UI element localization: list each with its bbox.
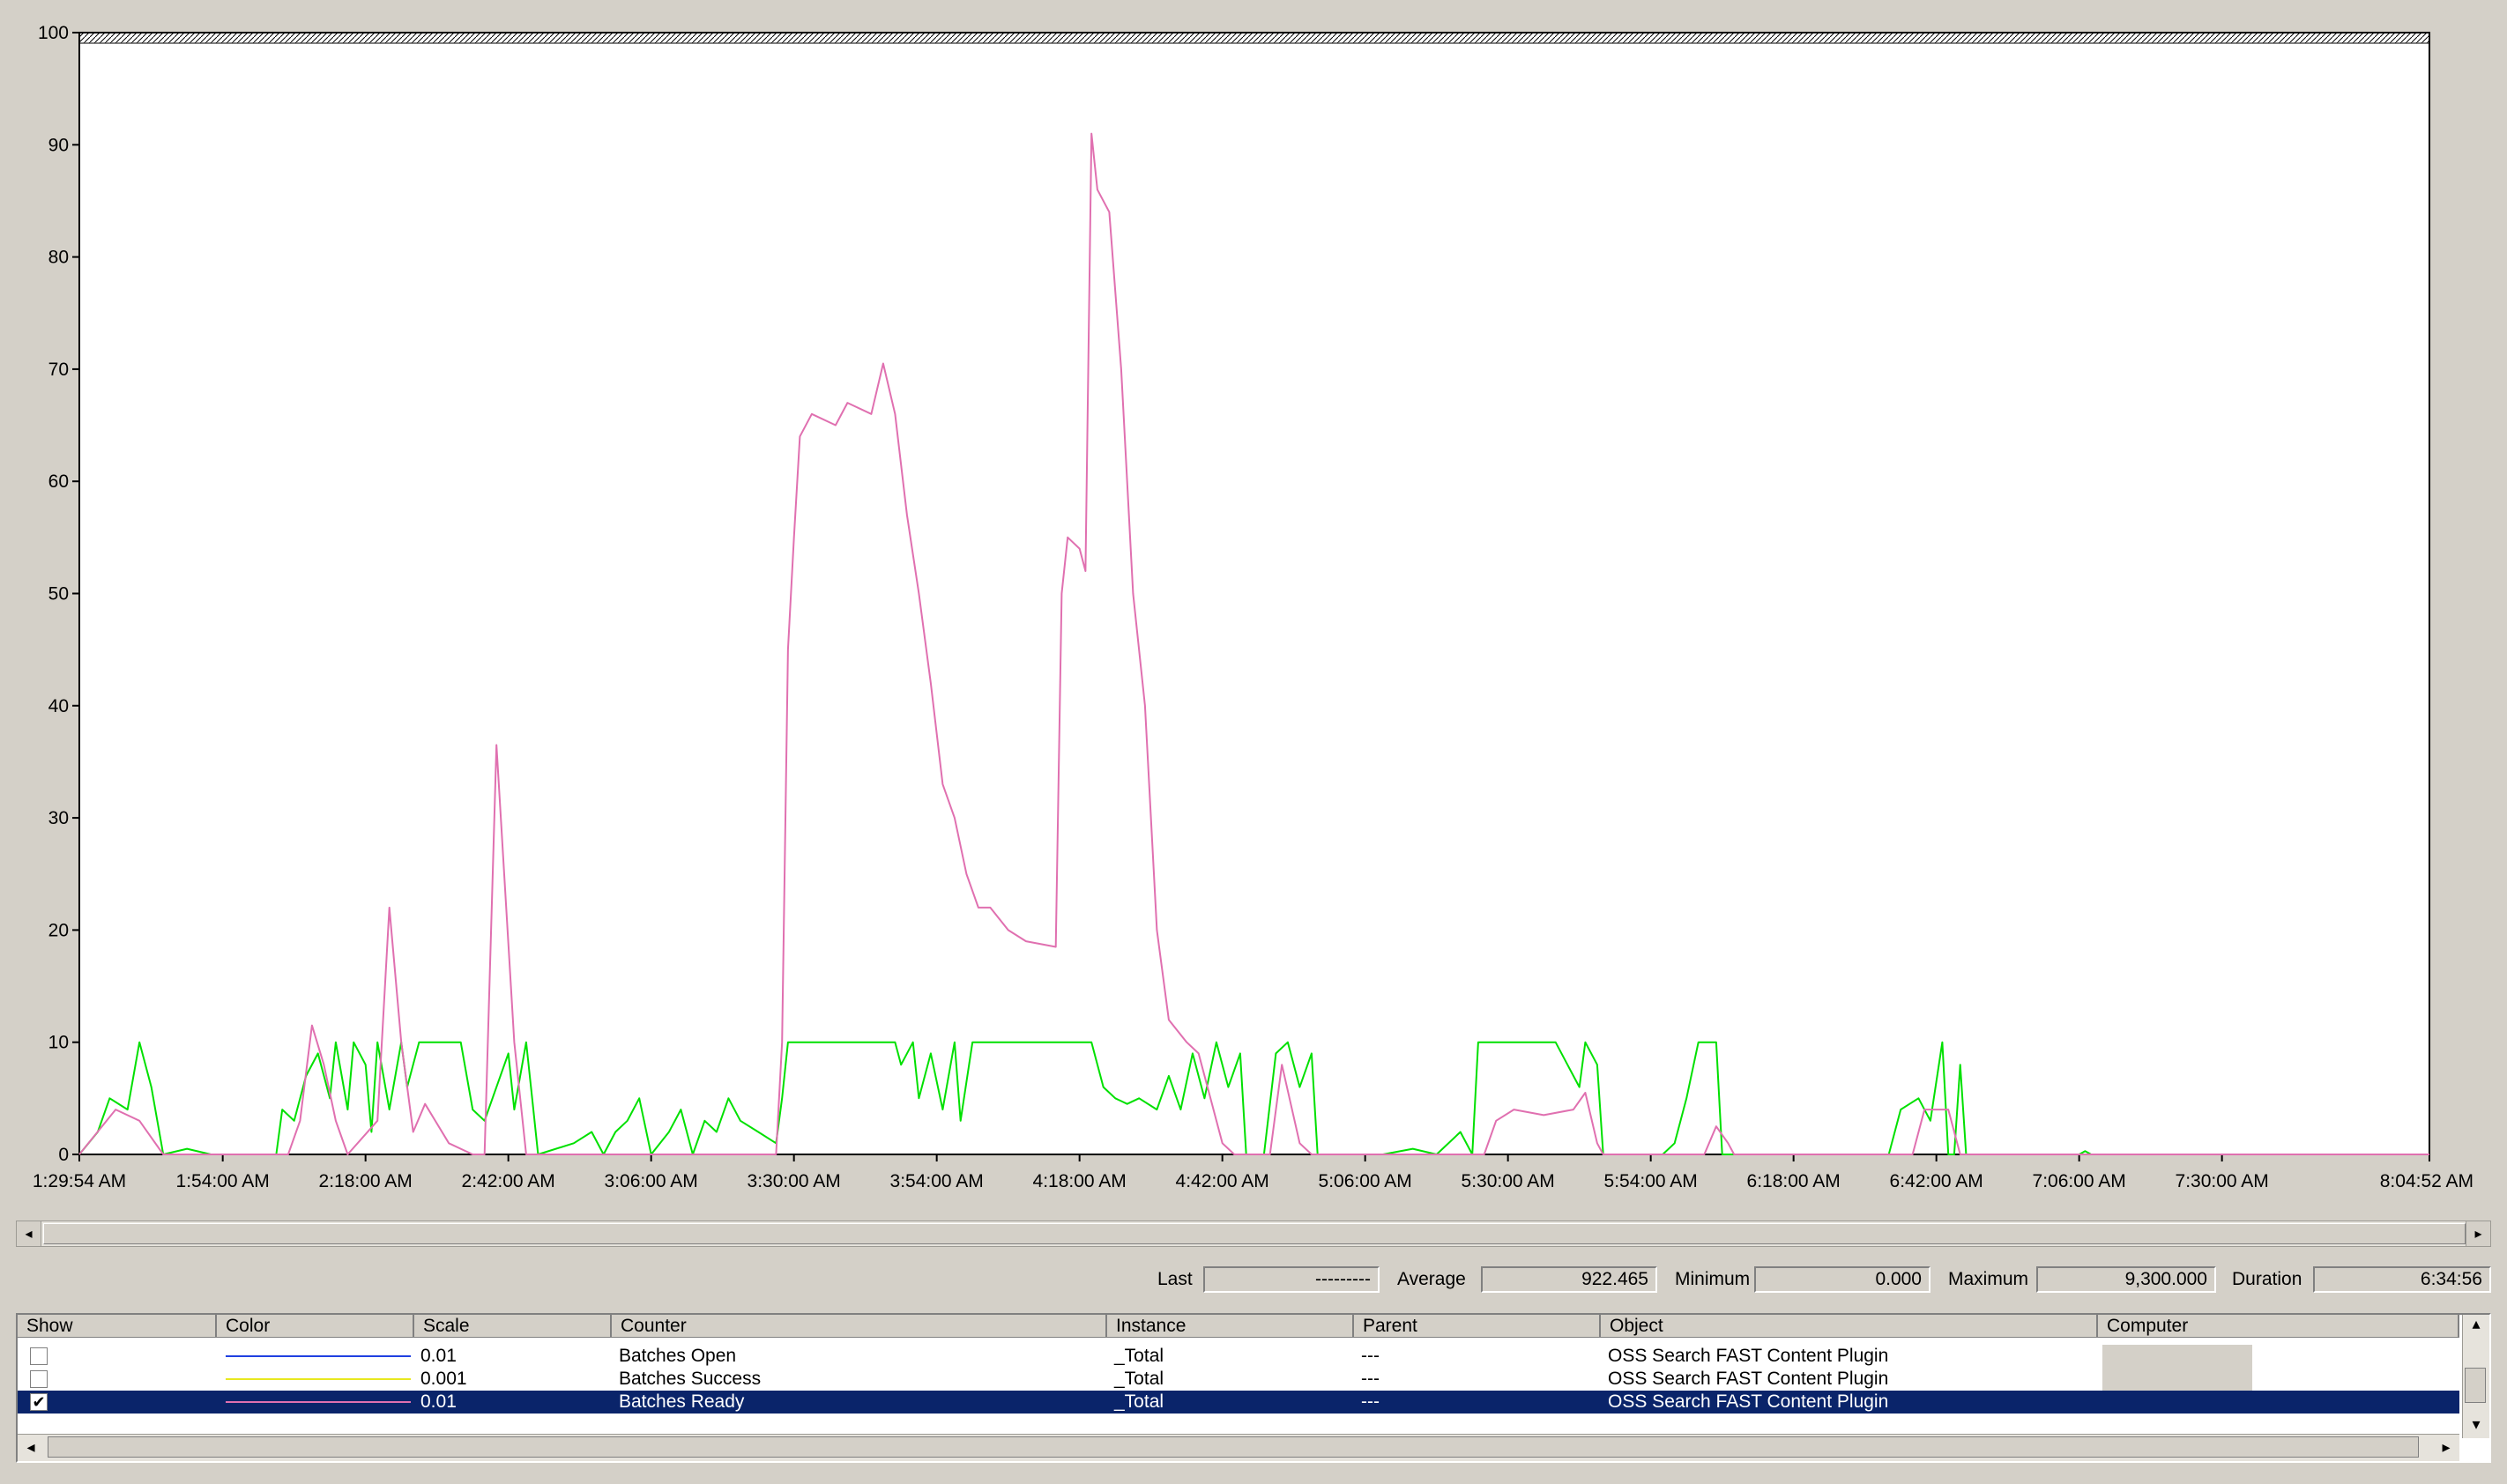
counter-cell: Batches Ready [619, 1391, 745, 1412]
y-tick-label: 100 [38, 23, 69, 43]
plot-area [78, 32, 2430, 1155]
average-label: Average [1397, 1269, 1466, 1289]
minimum-value: 0.000 [1754, 1266, 1930, 1293]
counter-row-selected[interactable]: ✔ 0.01 Batches Ready _Total --- OSS Sear… [18, 1391, 2459, 1414]
column-header-computer[interactable]: Computer [2098, 1315, 2459, 1338]
object-cell: OSS Search FAST Content Plugin [1608, 1346, 1889, 1366]
y-tick-label: 50 [48, 584, 69, 605]
x-axis: 1:29:54 AM 1:54:00 AM 2:18:00 AM 2:42:00 AM… [33, 1154, 2474, 1191]
x-tick-label: 5:54:00 AM [1604, 1171, 1698, 1191]
last-value: --------- [1203, 1266, 1380, 1293]
parent-cell: --- [1361, 1369, 1380, 1389]
show-checkbox[interactable] [30, 1347, 48, 1365]
counter-list[interactable]: Show Color Scale Counter Instance Parent… [16, 1313, 2491, 1463]
table-vertical-thumb[interactable] [2465, 1368, 2486, 1403]
top-hatch-band [78, 32, 2430, 44]
x-tick-label: 5:06:00 AM [1319, 1171, 1412, 1191]
parent-cell: --- [1361, 1346, 1380, 1366]
show-checkbox[interactable] [30, 1370, 48, 1388]
scroll-right-icon[interactable]: ▸ [2466, 1221, 2490, 1246]
color-swatch [226, 1378, 411, 1380]
color-swatch [226, 1401, 411, 1403]
table-horizontal-scrollbar[interactable]: ◂ ▸ [18, 1434, 2459, 1461]
scale-cell: 0.01 [420, 1391, 457, 1412]
column-header-counter[interactable]: Counter [612, 1315, 1107, 1338]
color-swatch [226, 1355, 411, 1357]
table-vertical-scrollbar[interactable]: ▴ ▾ [2462, 1315, 2489, 1438]
y-tick-label: 90 [48, 135, 69, 155]
x-tick-label: 7:06:00 AM [2033, 1171, 2126, 1191]
x-tick-label: 2:42:00 AM [462, 1171, 555, 1191]
y-axis: 1009080706050403020100 [38, 23, 79, 1165]
column-header-scale[interactable]: Scale [414, 1315, 612, 1338]
column-header-object[interactable]: Object [1601, 1315, 2098, 1338]
y-tick-label: 10 [48, 1033, 69, 1053]
x-tick-label: 6:18:00 AM [1747, 1171, 1841, 1191]
x-tick-label: 1:54:00 AM [176, 1171, 270, 1191]
instance-cell: _Total [1114, 1346, 1164, 1366]
maximum-label: Maximum [1948, 1269, 2029, 1289]
average-value: 922.465 [1481, 1266, 1657, 1293]
table-scroll-left-icon[interactable]: ◂ [18, 1435, 44, 1459]
column-header-color[interactable]: Color [217, 1315, 414, 1338]
x-tick-label: 4:42:00 AM [1176, 1171, 1269, 1191]
column-header-show[interactable]: Show [18, 1315, 217, 1338]
maximum-value: 9,300.000 [2036, 1266, 2216, 1293]
counter-cell: Batches Success [619, 1369, 762, 1389]
scroll-right-glyph: ▸ [2474, 1227, 2482, 1242]
x-tick-label: 1:29:54 AM [33, 1171, 126, 1191]
parent-cell: --- [1361, 1391, 1380, 1412]
y-tick-label: 30 [48, 808, 69, 828]
y-tick-label: 20 [48, 920, 69, 940]
y-tick-label: 0 [58, 1145, 69, 1165]
table-scroll-right-icon[interactable]: ▸ [2433, 1435, 2459, 1459]
table-horizontal-thumb[interactable] [48, 1436, 2419, 1458]
object-cell: OSS Search FAST Content Plugin [1608, 1391, 1889, 1412]
y-tick-label: 70 [48, 360, 69, 380]
show-checkbox-checked[interactable]: ✔ [30, 1393, 48, 1411]
scroll-left-glyph: ◂ [25, 1227, 33, 1242]
counter-row[interactable]: 0.01 Batches Open _Total --- OSS Search … [18, 1345, 2459, 1368]
performance-chart: 1009080706050403020100 1:29:54 AM 1:54:00… [33, 23, 2474, 1191]
scroll-left-icon[interactable]: ◂ [17, 1221, 41, 1246]
y-tick-label: 60 [48, 471, 69, 492]
time-range-scrollbar[interactable]: ◂ ▸ [16, 1221, 2491, 1247]
last-label: Last [1157, 1269, 1193, 1289]
column-header-parent[interactable]: Parent [1354, 1315, 1601, 1338]
time-range-thumb[interactable] [43, 1223, 2466, 1244]
x-tick-label: 7:30:00 AM [2176, 1171, 2269, 1191]
scroll-down-icon[interactable]: ▾ [2463, 1415, 2489, 1438]
x-tick-label: 3:30:00 AM [748, 1171, 841, 1191]
minimum-label: Minimum [1675, 1269, 1751, 1289]
scale-cell: 0.001 [420, 1369, 467, 1389]
x-tick-label: 3:54:00 AM [890, 1171, 984, 1191]
x-tick-label: 3:06:00 AM [605, 1171, 698, 1191]
x-tick-label: 8:04:52 AM [2380, 1171, 2474, 1191]
x-tick-label: 2:18:00 AM [319, 1171, 413, 1191]
x-tick-label: 4:18:00 AM [1033, 1171, 1127, 1191]
x-tick-label: 5:30:00 AM [1462, 1171, 1555, 1191]
column-header-instance[interactable]: Instance [1107, 1315, 1354, 1338]
x-tick-label: 6:42:00 AM [1890, 1171, 1983, 1191]
instance-cell: _Total [1114, 1391, 1164, 1412]
scroll-up-icon[interactable]: ▴ [2463, 1315, 2489, 1338]
duration-label: Duration [2232, 1269, 2302, 1289]
y-tick-label: 80 [48, 248, 69, 268]
scale-cell: 0.01 [420, 1346, 457, 1366]
object-cell: OSS Search FAST Content Plugin [1608, 1369, 1889, 1389]
y-tick-label: 40 [48, 696, 69, 716]
counter-row[interactable]: 0.001 Batches Success _Total --- OSS Sea… [18, 1368, 2459, 1391]
counter-cell: Batches Open [619, 1346, 737, 1366]
instance-cell: _Total [1114, 1369, 1164, 1389]
duration-value: 6:34:56 [2313, 1266, 2491, 1293]
